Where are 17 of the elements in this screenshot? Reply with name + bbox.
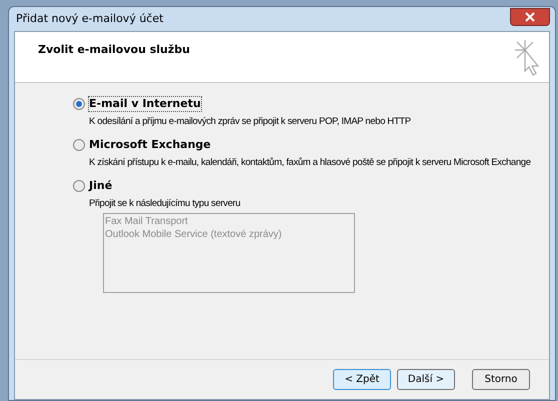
page-heading: Zvolit e-mailovou službu	[38, 42, 190, 58]
radio-button[interactable]	[73, 139, 85, 151]
dialog-button[interactable]: Další >	[397, 369, 455, 390]
option-label[interactable]: Jiné	[89, 179, 112, 193]
dialog-button[interactable]: Storno	[472, 369, 530, 390]
option-label[interactable]: E-mail v Internetu	[89, 97, 201, 111]
radio-button[interactable]	[73, 98, 85, 110]
window-title: Přidat nový e-mailový účet	[15, 10, 164, 27]
option-description: K odesílání a příjmu e-mailových zpráv se připojit k serveru POP, IMAP nebo HTTP	[89, 115, 411, 128]
close-button[interactable]	[510, 8, 550, 26]
radio-button[interactable]	[73, 180, 85, 192]
option-label[interactable]: Microsoft Exchange	[89, 138, 211, 152]
option-description: Připojit se k následujícímu typu serveru	[89, 197, 240, 210]
dialog-button[interactable]: < Zpět	[333, 369, 391, 390]
option-description: K získání přístupu k e-mailu, kalendáři, kontaktům, faxům a hlasové poště se připojit k serveru Microsoft Exchange	[89, 156, 531, 169]
close-icon	[525, 12, 535, 22]
cursor-sparkle-icon	[514, 38, 540, 76]
